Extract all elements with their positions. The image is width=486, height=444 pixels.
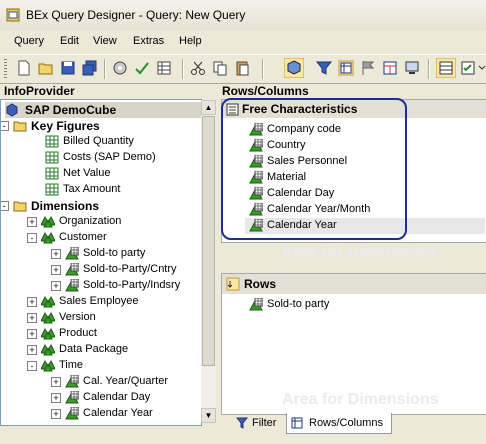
area-watermark-top: Area for Dimensions: [281, 244, 438, 261]
expand-icon[interactable]: +: [27, 313, 37, 323]
scroll-up-button[interactable]: ▲: [201, 100, 216, 115]
rows-title: Rows: [244, 277, 277, 291]
menu-edit[interactable]: Edit: [60, 35, 79, 47]
tree-node-label: Cal. Year/Quarter: [83, 375, 168, 387]
cube-icon: [6, 103, 18, 117]
menu-bar: Query Edit View Extras Help: [0, 32, 486, 52]
infoprovider-header: InfoProvider: [4, 84, 75, 98]
tab-filter[interactable]: Filter: [232, 413, 284, 433]
tree-node-label: Tax Amount: [63, 183, 121, 195]
paste-icon[interactable]: [234, 60, 250, 76]
tree-node-label: Calendar Year: [83, 407, 153, 419]
tree-node-label: Key Figures: [31, 119, 100, 133]
tree-node-label: Calendar Day: [83, 391, 151, 403]
toolbar-grip[interactable]: [4, 59, 7, 79]
collapse-icon[interactable]: -: [1, 121, 9, 131]
tree-node-label: Dimensions: [31, 199, 100, 213]
rows-area[interactable]: Rows Area for Dimensions: [221, 273, 486, 415]
toolbar-separator: [428, 59, 430, 79]
rows-icon: [226, 277, 240, 291]
rows-header: Rows: [222, 274, 486, 294]
expand-icon[interactable]: +: [51, 249, 61, 259]
tree-node-label: Sold-to-Party/Cntry: [83, 263, 177, 275]
tree-node-label: Customer: [59, 231, 107, 243]
rows-watermark: Area for Dimensions: [282, 391, 439, 408]
tree-root[interactable]: SAP DemoCube: [5, 102, 201, 118]
collapse-icon[interactable]: -: [1, 201, 9, 211]
collapse-icon[interactable]: -: [27, 233, 37, 243]
rows-columns-icon: [291, 417, 303, 429]
title-bar: BEx Query Designer - Query: New Query: [0, 0, 486, 30]
expand-icon[interactable]: +: [51, 393, 61, 403]
tree-node-label: Costs (SAP Demo): [63, 151, 156, 163]
cube-icon[interactable]: [284, 58, 304, 78]
expand-icon[interactable]: +: [51, 265, 61, 275]
tree-scrollbar[interactable]: ▲ ▼: [201, 100, 216, 423]
menu-extras[interactable]: Extras: [133, 35, 164, 47]
grid-icon[interactable]: [436, 58, 456, 78]
collapse-icon[interactable]: -: [27, 361, 37, 371]
window-title: BEx Query Designer - Query: New Query: [26, 8, 246, 22]
expand-icon[interactable]: +: [27, 217, 37, 227]
layout-icon[interactable]: [382, 60, 398, 76]
check-icon[interactable]: [134, 60, 150, 76]
infoprovider-tree[interactable]: SAP DemoCube - Key Figures Billed Quantity…: [0, 99, 202, 426]
filter-icon[interactable]: [316, 60, 332, 76]
tree-node-label: Time: [59, 359, 84, 371]
app-icon: [6, 8, 20, 22]
free-characteristics-highlight: [221, 98, 407, 240]
expand-icon[interactable]: +: [27, 329, 37, 339]
toolbar-separator: [262, 59, 264, 79]
toolbar-separator: [182, 59, 184, 79]
expand-icon[interactable]: +: [51, 281, 61, 291]
filter-icon: [236, 417, 248, 429]
tree-node-label: Sold-to party: [83, 247, 146, 259]
menu-query[interactable]: Query: [14, 35, 44, 47]
new-icon[interactable]: [16, 60, 32, 76]
menu-help[interactable]: Help: [179, 35, 202, 47]
tree-node-label: Net Value: [63, 167, 111, 179]
tree-node-label: Sales Employee: [59, 295, 139, 307]
tree-node-label: Sold-to-Party/Indsry: [83, 279, 181, 291]
copy-icon[interactable]: [212, 60, 228, 76]
expand-icon[interactable]: +: [27, 297, 37, 307]
tree-node-label: Billed Quantity: [63, 135, 134, 147]
flag-icon[interactable]: [360, 60, 376, 76]
item-label: Sold-to party: [267, 298, 330, 310]
tree-root-label: SAP DemoCube: [25, 103, 117, 117]
tab-rows-columns[interactable]: Rows/Columns: [286, 413, 392, 434]
properties-icon[interactable]: [112, 60, 128, 76]
save-all-icon[interactable]: [82, 60, 98, 76]
rows-columns-icon[interactable]: [338, 60, 354, 76]
expand-icon[interactable]: +: [27, 345, 37, 355]
checklist-icon[interactable]: [460, 60, 476, 76]
more-icon[interactable]: [478, 60, 486, 76]
rows-columns-header: Rows/Columns: [222, 84, 309, 98]
scroll-thumb[interactable]: [202, 116, 215, 366]
tree-node-label: Product: [59, 327, 97, 339]
save-pc-icon[interactable]: [404, 60, 420, 76]
scroll-down-button[interactable]: ▼: [201, 408, 216, 423]
expand-icon[interactable]: +: [51, 409, 61, 419]
save-icon[interactable]: [60, 60, 76, 76]
table-icon[interactable]: [156, 60, 172, 76]
expand-icon[interactable]: +: [51, 377, 61, 387]
menu-view[interactable]: View: [93, 35, 117, 47]
cut-icon[interactable]: [190, 60, 206, 76]
tab-strip: Filter Rows/Columns: [232, 413, 486, 435]
toolbar: [0, 54, 486, 84]
open-icon[interactable]: [38, 60, 54, 76]
tree-node-label: Data Package: [59, 343, 129, 355]
tree-node-label: Version: [59, 311, 96, 323]
tree-node-label: Organization: [59, 215, 122, 227]
toolbar-separator: [104, 59, 106, 79]
